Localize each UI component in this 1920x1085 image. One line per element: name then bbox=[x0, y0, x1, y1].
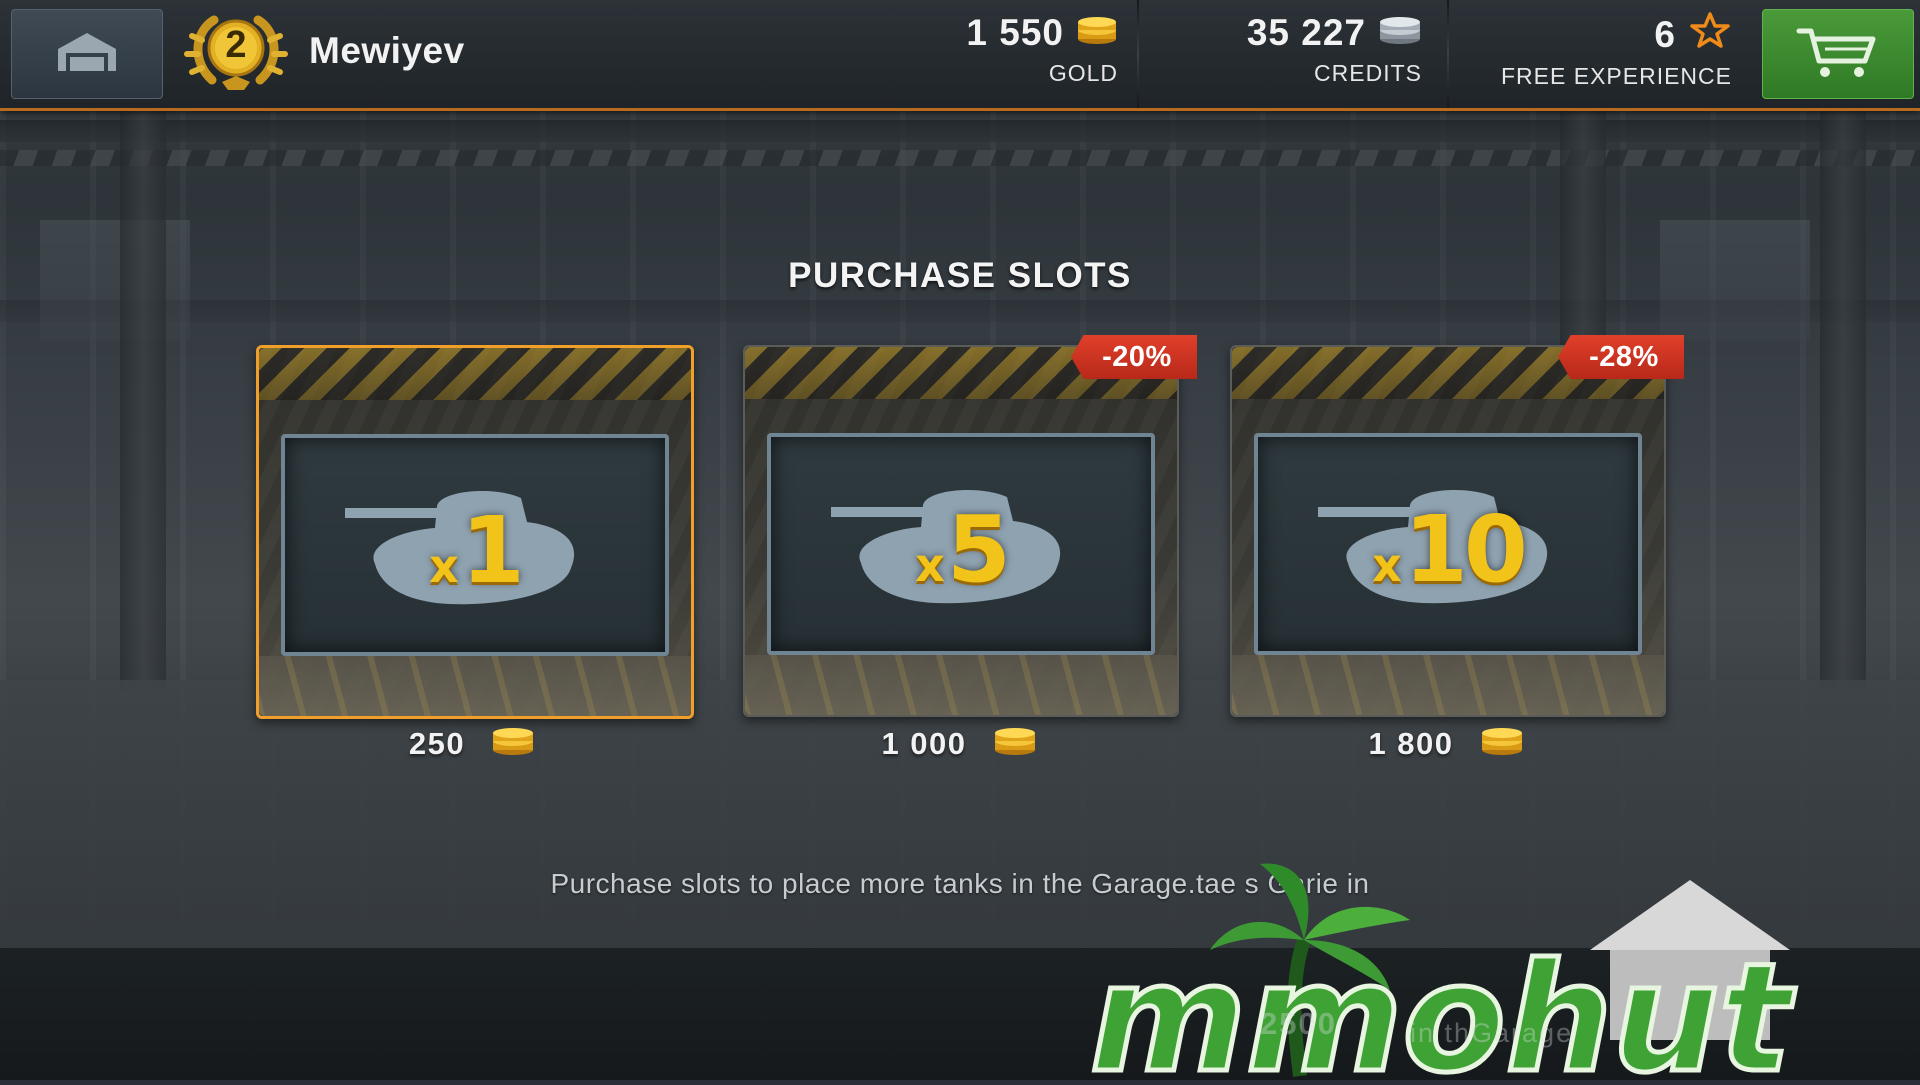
garage-floor bbox=[745, 655, 1177, 715]
silver-credits-icon bbox=[1378, 12, 1422, 54]
shopping-cart-icon bbox=[1795, 23, 1881, 86]
gold-coins-icon bbox=[993, 724, 1037, 764]
header-divider bbox=[1137, 0, 1139, 108]
gold-balance: 1 550 GOLD bbox=[966, 12, 1118, 87]
top-bar: 2 Mewiyev 1 550 GOLD 35 227 CREDITS 6 FR… bbox=[0, 0, 1920, 111]
slot-preview-frame: x 10 bbox=[1254, 433, 1642, 655]
watermark-ghost-amount: 2500 bbox=[1260, 1006, 1337, 1041]
free-experience-balance: 6 FREE EXPERIENCE bbox=[1501, 12, 1732, 90]
ceiling-beam bbox=[0, 300, 1920, 322]
hangar-home-icon bbox=[54, 29, 120, 80]
slot-multiplier: x 10 bbox=[1372, 495, 1528, 603]
home-button[interactable] bbox=[11, 9, 163, 99]
discount-badge: -28% bbox=[1558, 335, 1684, 379]
watermark-ghost-text: in thGarage bbox=[1410, 1018, 1574, 1048]
slot-option-x10[interactable]: -28% x 10 bbox=[1230, 335, 1684, 717]
gold-coins-icon bbox=[1480, 724, 1524, 764]
multiplier-x: x bbox=[915, 537, 945, 592]
garage-floor bbox=[1232, 655, 1664, 715]
star-icon bbox=[1688, 12, 1732, 57]
mmohut-watermark: mmohut 2500 in thGarage bbox=[1088, 840, 1920, 1085]
multiplier-value: 5 bbox=[946, 495, 1011, 603]
multiplier-x: x bbox=[1372, 537, 1402, 592]
hazard-stripes bbox=[0, 150, 1920, 166]
free-experience-label: FREE EXPERIENCE bbox=[1501, 63, 1732, 89]
gold-coins-icon bbox=[491, 724, 535, 764]
shop-cart-button[interactable] bbox=[1762, 9, 1914, 99]
slot-multiplier: x 1 bbox=[429, 496, 525, 604]
discount-badge: -20% bbox=[1071, 335, 1197, 379]
garage-floor bbox=[259, 656, 691, 716]
price-value: 250 bbox=[408, 726, 466, 761]
ceiling-beam bbox=[0, 120, 1920, 142]
slot-option-x1[interactable]: x 1 bbox=[256, 345, 694, 719]
gold-amount: 1 550 bbox=[966, 12, 1064, 53]
rank-badge: 2 bbox=[184, 10, 288, 96]
credits-balance: 35 227 CREDITS bbox=[1247, 12, 1422, 87]
rank-number: 2 bbox=[225, 24, 247, 66]
gold-coins-icon bbox=[1076, 12, 1118, 54]
credits-amount: 35 227 bbox=[1246, 12, 1366, 53]
slot-multiplier: x 5 bbox=[915, 495, 1011, 603]
slot-price: 250 bbox=[256, 724, 688, 764]
slot-preview-frame: x 1 bbox=[281, 434, 669, 656]
slot-price: 1 000 bbox=[743, 724, 1175, 764]
slot-option-x5[interactable]: -20% x 5 bbox=[743, 335, 1197, 717]
multiplier-value: 1 bbox=[460, 496, 525, 604]
gold-label: GOLD bbox=[1048, 60, 1118, 86]
slot-price: 1 800 bbox=[1230, 724, 1662, 764]
header-divider bbox=[1447, 0, 1449, 108]
hazard-stripes bbox=[259, 348, 691, 400]
multiplier-value: 10 bbox=[1403, 495, 1528, 603]
background-column bbox=[120, 110, 166, 690]
price-value: 1 800 bbox=[1368, 726, 1454, 761]
slot-preview-frame: x 5 bbox=[767, 433, 1155, 655]
price-value: 1 000 bbox=[881, 726, 967, 761]
page-title: PURCHASE SLOTS bbox=[788, 256, 1132, 295]
watermark-brand-text: mmohut bbox=[1090, 932, 1796, 1080]
background-column bbox=[1820, 110, 1866, 690]
multiplier-x: x bbox=[429, 538, 459, 593]
player-name: Mewiyev bbox=[309, 30, 465, 71]
free-experience-amount: 6 bbox=[1654, 13, 1676, 55]
credits-label: CREDITS bbox=[1314, 60, 1422, 86]
